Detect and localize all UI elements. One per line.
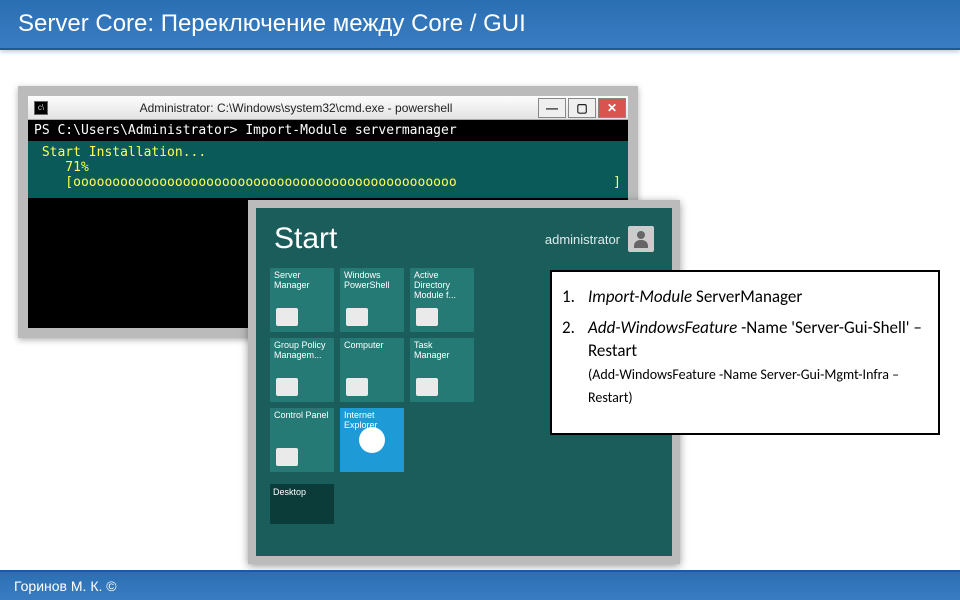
minimize-button[interactable]: — [538,98,566,118]
ie-icon [359,427,385,453]
command-item-1: Import-Module ServerManager [562,286,922,309]
start-tiles: Server Manager Windows PowerShell Active… [256,262,556,478]
ad-module-icon [416,308,438,326]
cmd1-name: Import-Module [588,286,692,307]
tile-task-manager[interactable]: Task Manager [410,338,474,402]
cmd-icon: c\ [34,101,48,115]
slide-title: Server Core: Переключение между Core / G… [0,0,960,50]
window-title: Administrator: C:\Windows\system32\cmd.e… [54,101,538,115]
tile-computer[interactable]: Computer [340,338,404,402]
terminal-body[interactable]: PS C:\Users\Administrator> Import-Module… [28,120,628,198]
cmd2-name: Add-WindowsFeature [588,317,737,338]
close-button[interactable]: ✕ [598,98,626,118]
start-title: Start [274,222,545,256]
tile-server-manager[interactable]: Server Manager [270,268,334,332]
group-policy-icon [276,378,298,396]
cmd1-arg: ServerManager [692,286,802,307]
control-panel-icon [276,448,298,466]
command-callout: Import-Module ServerManager Add-WindowsF… [550,270,940,435]
window-titlebar[interactable]: c\ Administrator: C:\Windows\system32\cm… [28,96,628,120]
start-user[interactable]: administrator [545,226,654,252]
tile-internet-explorer[interactable]: Internet Explorer [340,408,404,472]
tile-desktop[interactable]: Desktop [270,484,334,524]
terminal-prompt-line: PS C:\Users\Administrator> Import-Module… [28,120,628,141]
task-manager-icon [416,378,438,396]
tile-group-policy[interactable]: Group Policy Managem... [270,338,334,402]
powershell-icon [346,308,368,326]
tile-control-panel[interactable]: Control Panel [270,408,334,472]
command-item-2: Add-WindowsFeature -Name 'Server-Gui-She… [562,317,922,409]
server-manager-icon [276,308,298,326]
computer-icon [346,378,368,396]
start-user-name: administrator [545,232,620,247]
tile-ad-module[interactable]: Active Directory Module f... [410,268,474,332]
slide-footer: Горинов М. К. © [0,570,960,600]
user-avatar-icon [628,226,654,252]
tile-windows-powershell[interactable]: Windows PowerShell [340,268,404,332]
terminal-progress: Start Installation... 71% [ooooooooooooo… [28,141,628,198]
maximize-button[interactable]: ▢ [568,98,596,118]
